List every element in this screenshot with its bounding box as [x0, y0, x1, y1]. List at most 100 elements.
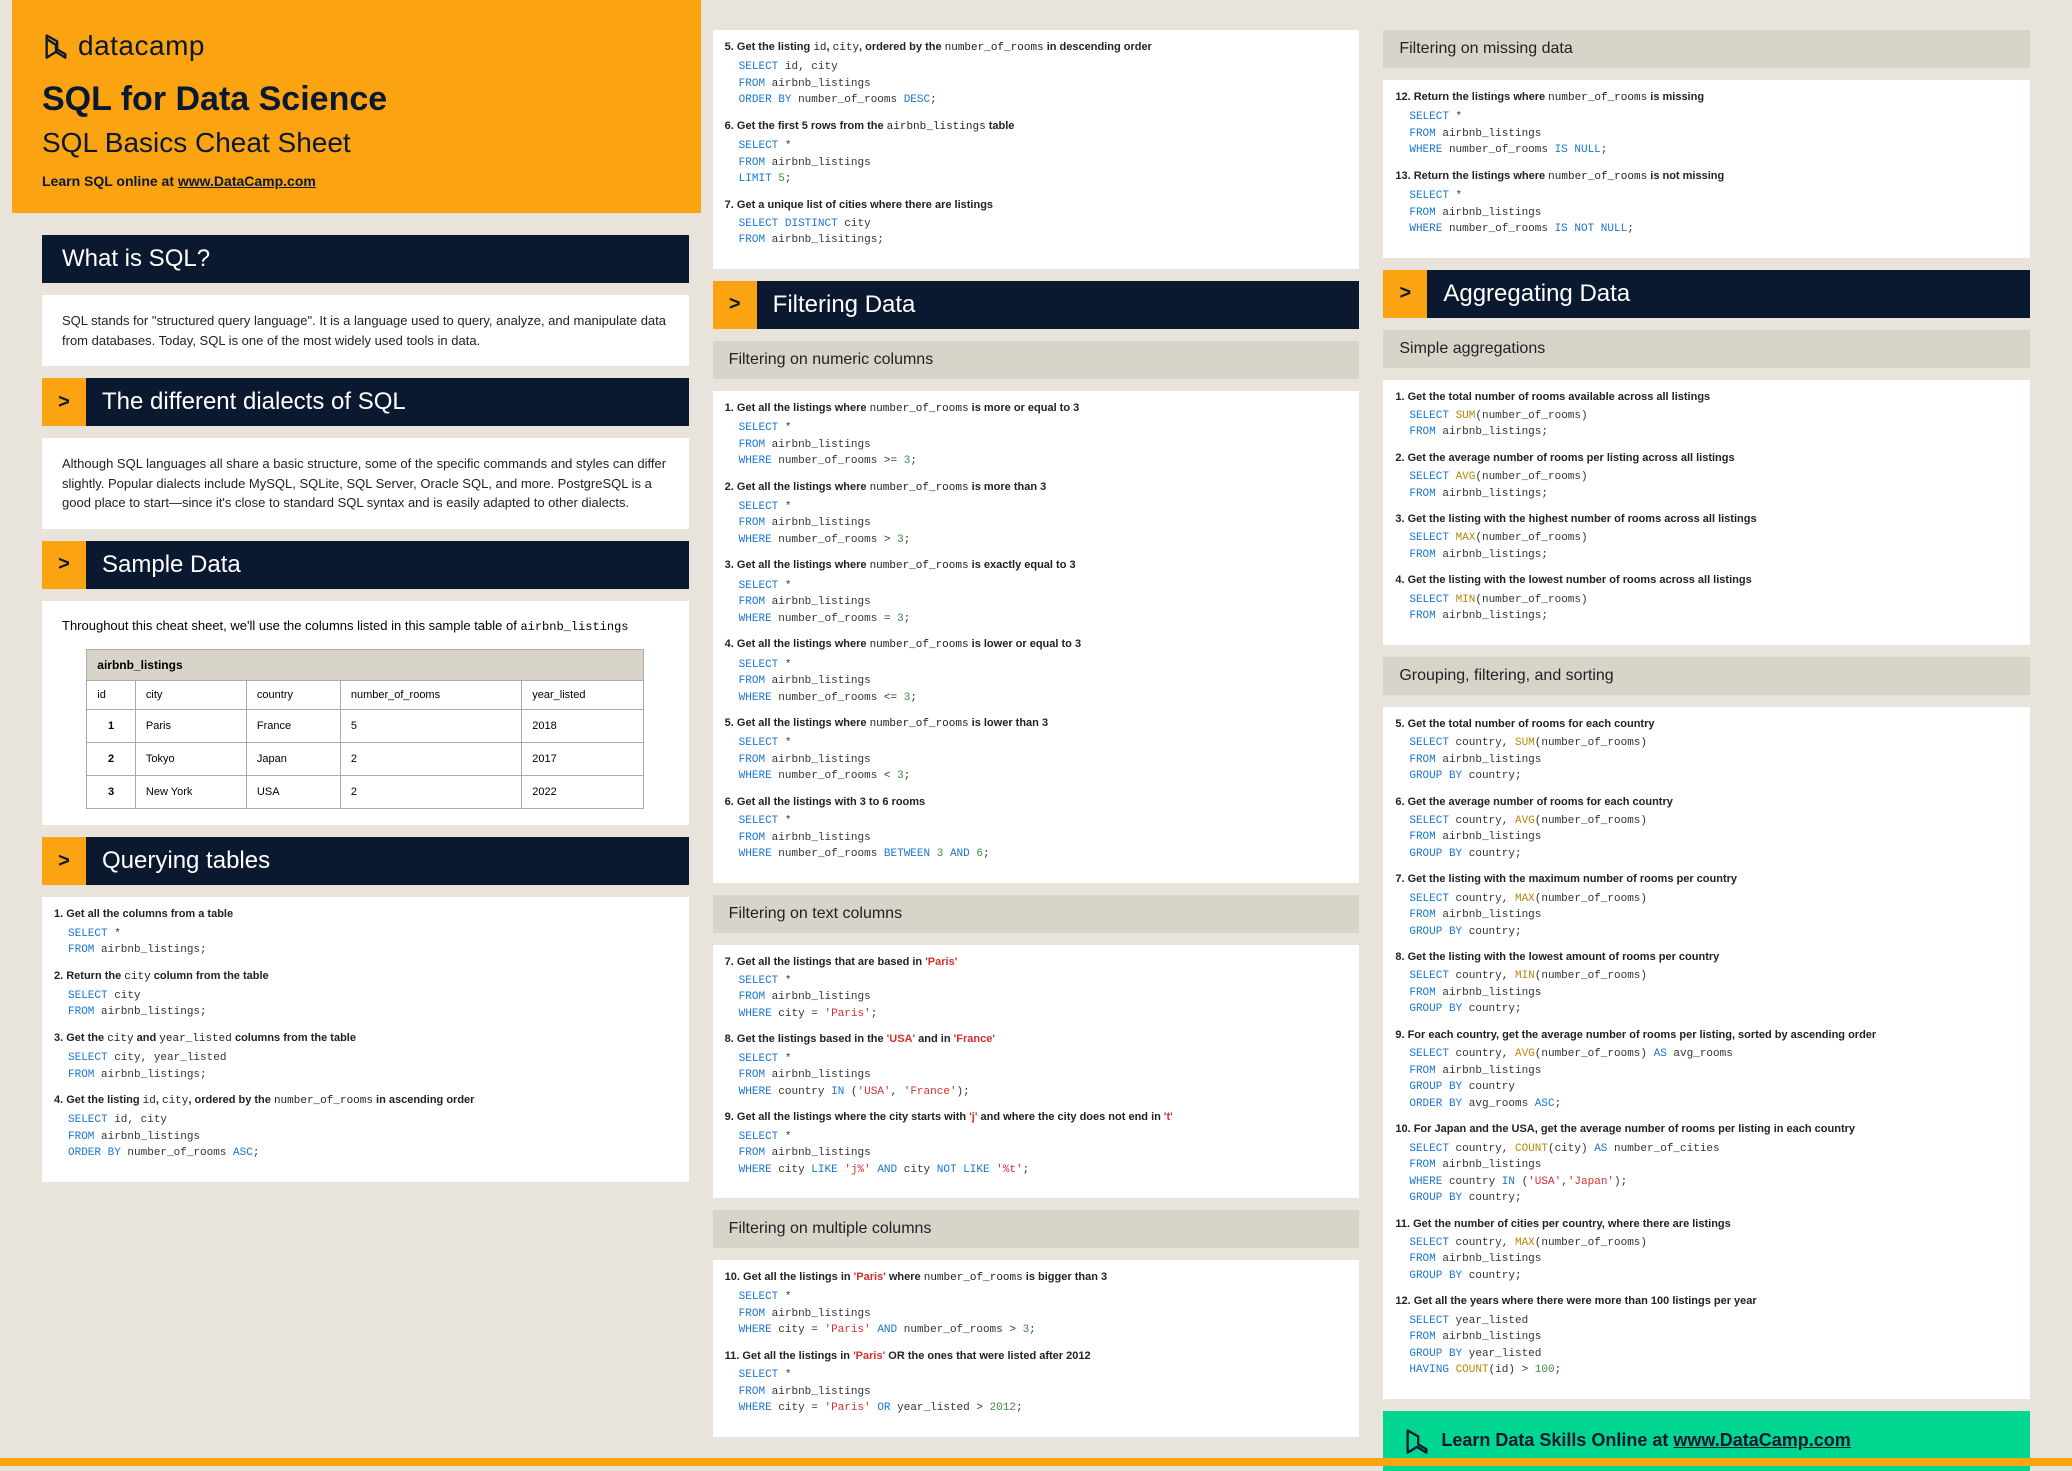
table-cell: France — [246, 710, 340, 743]
brand-name: datacamp — [78, 30, 205, 62]
code-block: SELECT country, MIN(number_of_rooms) FRO… — [1395, 968, 2018, 1018]
column-1: datacamp SQL for Data Science SQL Basics… — [30, 30, 701, 1456]
item-label: 1. Get all the listings where number_of_… — [725, 401, 1348, 416]
code-item: 6. Get the average number of rooms for e… — [1395, 795, 2018, 863]
item-label: 11. Get all the listings in 'Paris' OR t… — [725, 1349, 1348, 1363]
code-item: 13. Return the listings where number_of_… — [1395, 169, 2018, 238]
code-item: 8. Get the listings based in the 'USA' a… — [725, 1032, 1348, 1100]
section-title: Aggregating Data — [1427, 270, 2030, 318]
code-item: 7. Get a unique list of cities where the… — [725, 198, 1348, 249]
table-col-header: number_of_rooms — [340, 681, 521, 710]
code-block: SELECT * FROM airbnb_listings WHERE numb… — [1395, 188, 2018, 238]
learn-link[interactable]: www.DataCamp.com — [178, 173, 316, 189]
item-label: 5. Get the listing id, city, ordered by … — [725, 40, 1348, 55]
code-block: SELECT DISTINCT city FROM airbnb_lisitin… — [725, 216, 1348, 249]
learn-prefix: Learn SQL online at — [42, 173, 178, 189]
section-title: The different dialects of SQL — [86, 378, 689, 426]
code-block: SELECT * FROM airbnb_listings WHERE numb… — [725, 499, 1348, 549]
footer-link[interactable]: www.DataCamp.com — [1673, 1430, 1850, 1450]
code-item: 2. Get the average number of rooms per l… — [1395, 451, 2018, 502]
code-item: 7. Get all the listings that are based i… — [725, 955, 1348, 1023]
table-cell: 1 — [87, 710, 136, 743]
subsect-text: Filtering on text columns — [713, 895, 1360, 933]
code-item: 12. Return the listings where number_of_… — [1395, 90, 2018, 159]
code-block: SELECT country, COUNT(city) AS number_of… — [1395, 1141, 2018, 1207]
code-item: 3. Get all the listings where number_of_… — [725, 558, 1348, 627]
code-item: 3. Get the listing with the highest numb… — [1395, 512, 2018, 563]
footer-text-prefix: Learn Data Skills Online at — [1441, 1430, 1673, 1450]
chevron-icon: > — [42, 837, 86, 885]
item-label: 1. Get all the columns from a table — [54, 907, 677, 921]
code-item: 2. Get all the listings where number_of_… — [725, 480, 1348, 549]
chevron-icon: > — [42, 541, 86, 589]
table-cell: USA — [246, 776, 340, 809]
code-block: SELECT MAX(number_of_rooms) FROM airbnb_… — [1395, 530, 2018, 563]
agg-group-items: 5. Get the total number of rooms for eac… — [1383, 707, 2030, 1399]
item-label: 10. Get all the listings in 'Paris' wher… — [725, 1270, 1348, 1285]
item-label: 12. Get all the years where there were m… — [1395, 1294, 2018, 1308]
section-sample-data: > Sample Data — [42, 541, 689, 589]
code-item: 1. Get the total number of rooms availab… — [1395, 390, 2018, 441]
code-item: 10. For Japan and the USA, get the avera… — [1395, 1122, 2018, 1206]
section-dialects: > The different dialects of SQL — [42, 378, 689, 426]
code-block: SELECT id, city FROM airbnb_listings ORD… — [54, 1112, 677, 1162]
code-item: 5. Get the total number of rooms for eac… — [1395, 717, 2018, 785]
table-row: 2TokyoJapan22017 — [87, 743, 644, 776]
code-block: SELECT * FROM airbnb_listings WHERE numb… — [725, 657, 1348, 707]
sub-title: SQL Basics Cheat Sheet — [42, 127, 671, 159]
code-item: 4. Get all the listings where number_of_… — [725, 637, 1348, 706]
subsect-multi: Filtering on multiple columns — [713, 1210, 1360, 1248]
sample-intro-a: Throughout this cheat sheet, we'll use t… — [62, 618, 520, 633]
code-block: SELECT * FROM airbnb_listings WHERE city… — [725, 973, 1348, 1023]
filter-numeric-items: 1. Get all the listings where number_of_… — [713, 391, 1360, 883]
item-label: 3. Get all the listings where number_of_… — [725, 558, 1348, 573]
code-block: SELECT * FROM airbnb_listings WHERE numb… — [725, 578, 1348, 628]
code-block: SELECT MIN(number_of_rooms) FROM airbnb_… — [1395, 592, 2018, 625]
code-item: 6. Get all the listings with 3 to 6 room… — [725, 795, 1348, 863]
item-label: 10. For Japan and the USA, get the avera… — [1395, 1122, 2018, 1136]
item-label: 11. Get the number of cities per country… — [1395, 1217, 2018, 1231]
code-block: SELECT * FROM airbnb_listings WHERE numb… — [725, 420, 1348, 470]
code-item: 12. Get all the years where there were m… — [1395, 1294, 2018, 1378]
sample-table: airbnb_listings idcitycountrynumber_of_r… — [86, 649, 644, 809]
what-is-sql-body: SQL stands for "structured query languag… — [42, 295, 689, 366]
code-item: 5. Get all the listings where number_of_… — [725, 716, 1348, 785]
datacamp-logo-icon — [1403, 1427, 1431, 1455]
querying-items: 1. Get all the columns from a table SELEC… — [42, 897, 689, 1182]
code-block: SELECT country, AVG(number_of_rooms) FRO… — [1395, 813, 2018, 863]
code-block: SELECT SUM(number_of_rooms) FROM airbnb_… — [1395, 408, 2018, 441]
agg-simple-items: 1. Get the total number of rooms availab… — [1383, 380, 2030, 645]
filter-missing-items: 12. Return the listings where number_of_… — [1383, 80, 2030, 258]
filter-text-items: 7. Get all the listings that are based i… — [713, 945, 1360, 1198]
code-block: SELECT id, city FROM airbnb_listings ORD… — [725, 59, 1348, 109]
chevron-icon: > — [713, 281, 757, 329]
code-block: SELECT * FROM airbnb_listings WHERE coun… — [725, 1051, 1348, 1101]
column-3: Filtering on missing data 12. Return the… — [1371, 30, 2042, 1456]
code-item: 9. For each country, get the average num… — [1395, 1028, 2018, 1112]
bottom-orange-bar — [0, 1458, 2072, 1466]
item-label: 3. Get the listing with the highest numb… — [1395, 512, 2018, 526]
code-block: SELECT * FROM airbnb_listings WHERE city… — [725, 1367, 1348, 1417]
section-title: What is SQL? — [42, 235, 689, 283]
table-col-header: id — [87, 681, 136, 710]
section-what-is-sql: What is SQL? — [42, 235, 689, 283]
item-label: 9. For each country, get the average num… — [1395, 1028, 2018, 1042]
table-cell: Tokyo — [135, 743, 246, 776]
code-block: SELECT country, AVG(number_of_rooms) AS … — [1395, 1046, 2018, 1112]
page: datacamp SQL for Data Science SQL Basics… — [0, 0, 2072, 1466]
item-label: 6. Get the average number of rooms for e… — [1395, 795, 2018, 809]
table-cell: 2017 — [522, 743, 644, 776]
code-block: SELECT * FROM airbnb_listings WHERE city… — [725, 1289, 1348, 1339]
footer-text: Learn Data Skills Online at www.DataCamp… — [1441, 1430, 1850, 1451]
item-label: 5. Get all the listings where number_of_… — [725, 716, 1348, 731]
sample-intro-b: airbnb_listings — [520, 620, 628, 634]
code-block: SELECT year_listed FROM airbnb_listings … — [1395, 1313, 2018, 1379]
section-aggregating: > Aggregating Data — [1383, 270, 2030, 318]
code-block: SELECT * FROM airbnb_listings WHERE city… — [725, 1129, 1348, 1179]
table-col-header: year_listed — [522, 681, 644, 710]
subsect-missing: Filtering on missing data — [1383, 30, 2030, 68]
code-block: SELECT country, MAX(number_of_rooms) FRO… — [1395, 1235, 2018, 1285]
code-block: SELECT * FROM airbnb_listings WHERE numb… — [725, 735, 1348, 785]
table-cell: 2 — [340, 776, 521, 809]
subsect-numeric: Filtering on numeric columns — [713, 341, 1360, 379]
